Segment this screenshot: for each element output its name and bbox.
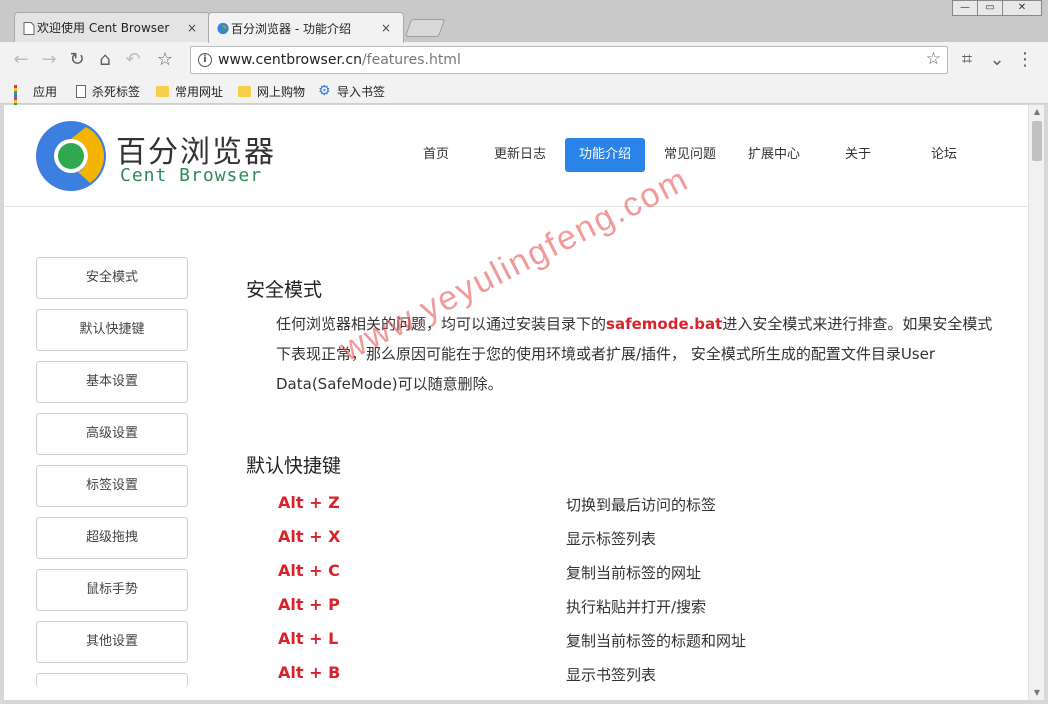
tab-features[interactable]: 百分浏览器 - 功能介绍 ×: [208, 12, 404, 43]
gear-icon: ⚙: [318, 82, 331, 99]
star-icon[interactable]: ☆: [926, 49, 941, 69]
extensions-chevron-icon[interactable]: ⌄: [986, 49, 1008, 71]
shortcut-key: Alt + L: [278, 629, 339, 648]
info-icon[interactable]: i: [198, 53, 212, 67]
page-icon: [76, 84, 86, 98]
sidebar-item-other-settings[interactable]: 其他设置: [36, 621, 188, 663]
back-button[interactable]: ←: [10, 49, 32, 71]
shortcut-desc: 复制当前标签的网址: [566, 564, 702, 582]
nav-forum[interactable]: 论坛: [916, 138, 972, 172]
bookmark-label: 网上购物: [257, 84, 306, 99]
bookmark-kill-tabs[interactable]: 杀死标签: [76, 83, 140, 99]
cent-browser-logo: [36, 121, 106, 191]
scroll-down-arrow-icon[interactable]: ▼: [1029, 686, 1045, 700]
reload-button[interactable]: ↻: [66, 49, 88, 71]
minimize-button[interactable]: —: [952, 0, 978, 16]
sidebar-item-safe-mode[interactable]: 安全模式: [36, 257, 188, 299]
url-text[interactable]: www.centbrowser.cn/features.html: [218, 52, 461, 68]
bookmark-star-button[interactable]: ☆: [154, 49, 176, 71]
bookmarks-bar: 应用 杀死标签 常用网址 网上购物 ⚙ 导入书签: [0, 78, 1048, 112]
folder-icon: [238, 85, 251, 97]
sidebar-item-shortcuts[interactable]: 默认快捷键: [36, 309, 188, 351]
tab-strip: 欢迎使用 Cent Browser × 百分浏览器 - 功能介绍 × — ▭ ✕: [0, 0, 1048, 43]
window-frame-right: [1044, 105, 1048, 704]
shortcut-desc: 执行粘贴并打开/搜索: [566, 598, 707, 616]
forward-button[interactable]: →: [38, 49, 60, 71]
tab-title: 百分浏览器 - 功能介绍: [231, 21, 351, 36]
shortcut-desc: 复制当前标签的标题和网址: [566, 632, 747, 650]
maximize-button[interactable]: ▭: [977, 0, 1003, 16]
shortcut-key: Alt + P: [278, 595, 340, 614]
menu-icon[interactable]: ⋮: [1014, 49, 1036, 71]
bookmark-common-sites[interactable]: 常用网址: [156, 83, 223, 99]
close-icon[interactable]: ×: [185, 21, 199, 35]
shortcut-key: Alt + B: [278, 663, 341, 682]
tab-welcome[interactable]: 欢迎使用 Cent Browser ×: [14, 12, 210, 42]
section-title-shortcuts: 默认快捷键: [246, 455, 342, 477]
shortcut-key: Alt + C: [278, 561, 340, 580]
bookmark-import[interactable]: ⚙ 导入书签: [318, 83, 385, 99]
brand-name-en: Cent Browser: [120, 165, 263, 186]
window-frame-bottom: [0, 700, 1048, 704]
window-close-button[interactable]: ✕: [1002, 0, 1042, 16]
page-icon: [23, 22, 35, 35]
section-title-safe-mode: 安全模式: [246, 279, 323, 301]
sidebar-item-partial[interactable]: [36, 673, 188, 687]
close-icon[interactable]: ×: [379, 21, 393, 35]
bookmark-label: 常用网址: [175, 84, 224, 99]
bookmark-shopping[interactable]: 网上购物: [238, 83, 305, 99]
home-button[interactable]: ⌂: [94, 49, 116, 71]
nav-changelog[interactable]: 更新日志: [484, 138, 556, 172]
sidebar-item-super-drag[interactable]: 超级拖拽: [36, 517, 188, 559]
safemode-bat-highlight: safemode.bat: [606, 315, 723, 333]
crop-icon[interactable]: ⌗: [956, 49, 978, 71]
shortcut-desc: 切换到最后访问的标签: [566, 496, 717, 514]
nav-home[interactable]: 首页: [408, 138, 464, 172]
bookmark-label: 杀死标签: [92, 84, 141, 99]
new-tab-button[interactable]: [404, 19, 446, 37]
apps-grid-icon: [14, 84, 27, 112]
shortcut-key: Alt + Z: [278, 493, 340, 512]
url-path: /features.html: [361, 52, 461, 68]
folder-icon: [156, 85, 169, 97]
browser-toolbar: ← → ↻ ⌂ ↶ ☆ i www.centbrowser.cn/feature…: [0, 42, 1048, 78]
sidebar-item-advanced-settings[interactable]: 高级设置: [36, 413, 188, 455]
page-viewport: 百分浏览器 Cent Browser 首页 更新日志 功能介绍 常见问题 扩展中…: [4, 105, 1028, 700]
scroll-thumb[interactable]: [1032, 121, 1042, 161]
cent-browser-icon: [217, 22, 229, 35]
sidebar-item-tab-settings[interactable]: 标签设置: [36, 465, 188, 507]
bookmark-label: 应用: [33, 84, 58, 99]
shortcut-desc: 显示书签列表: [566, 666, 657, 684]
nav-extensions[interactable]: 扩展中心: [738, 138, 810, 172]
sidebar-item-mouse-gestures[interactable]: 鼠标手势: [36, 569, 188, 611]
nav-about[interactable]: 关于: [830, 138, 886, 172]
undo-close-tab-button[interactable]: ↶: [122, 49, 144, 71]
tab-title: 欢迎使用 Cent Browser: [37, 21, 170, 35]
bookmark-label: 导入书签: [337, 84, 386, 99]
shortcut-key: Alt + X: [278, 527, 341, 546]
shortcut-desc: 显示标签列表: [566, 530, 657, 548]
bookmark-apps[interactable]: 应用: [14, 83, 58, 112]
sidebar-item-basic-settings[interactable]: 基本设置: [36, 361, 188, 403]
site-header: 百分浏览器 Cent Browser 首页 更新日志 功能介绍 常见问题 扩展中…: [4, 105, 1028, 207]
address-bar[interactable]: i www.centbrowser.cn/features.html ☆: [190, 46, 948, 74]
nav-features[interactable]: 功能介绍: [565, 138, 645, 172]
scroll-up-arrow-icon[interactable]: ▲: [1029, 105, 1045, 119]
page-scrollbar[interactable]: ▲ ▼: [1028, 105, 1044, 700]
url-domain: www.centbrowser.cn: [218, 52, 362, 68]
